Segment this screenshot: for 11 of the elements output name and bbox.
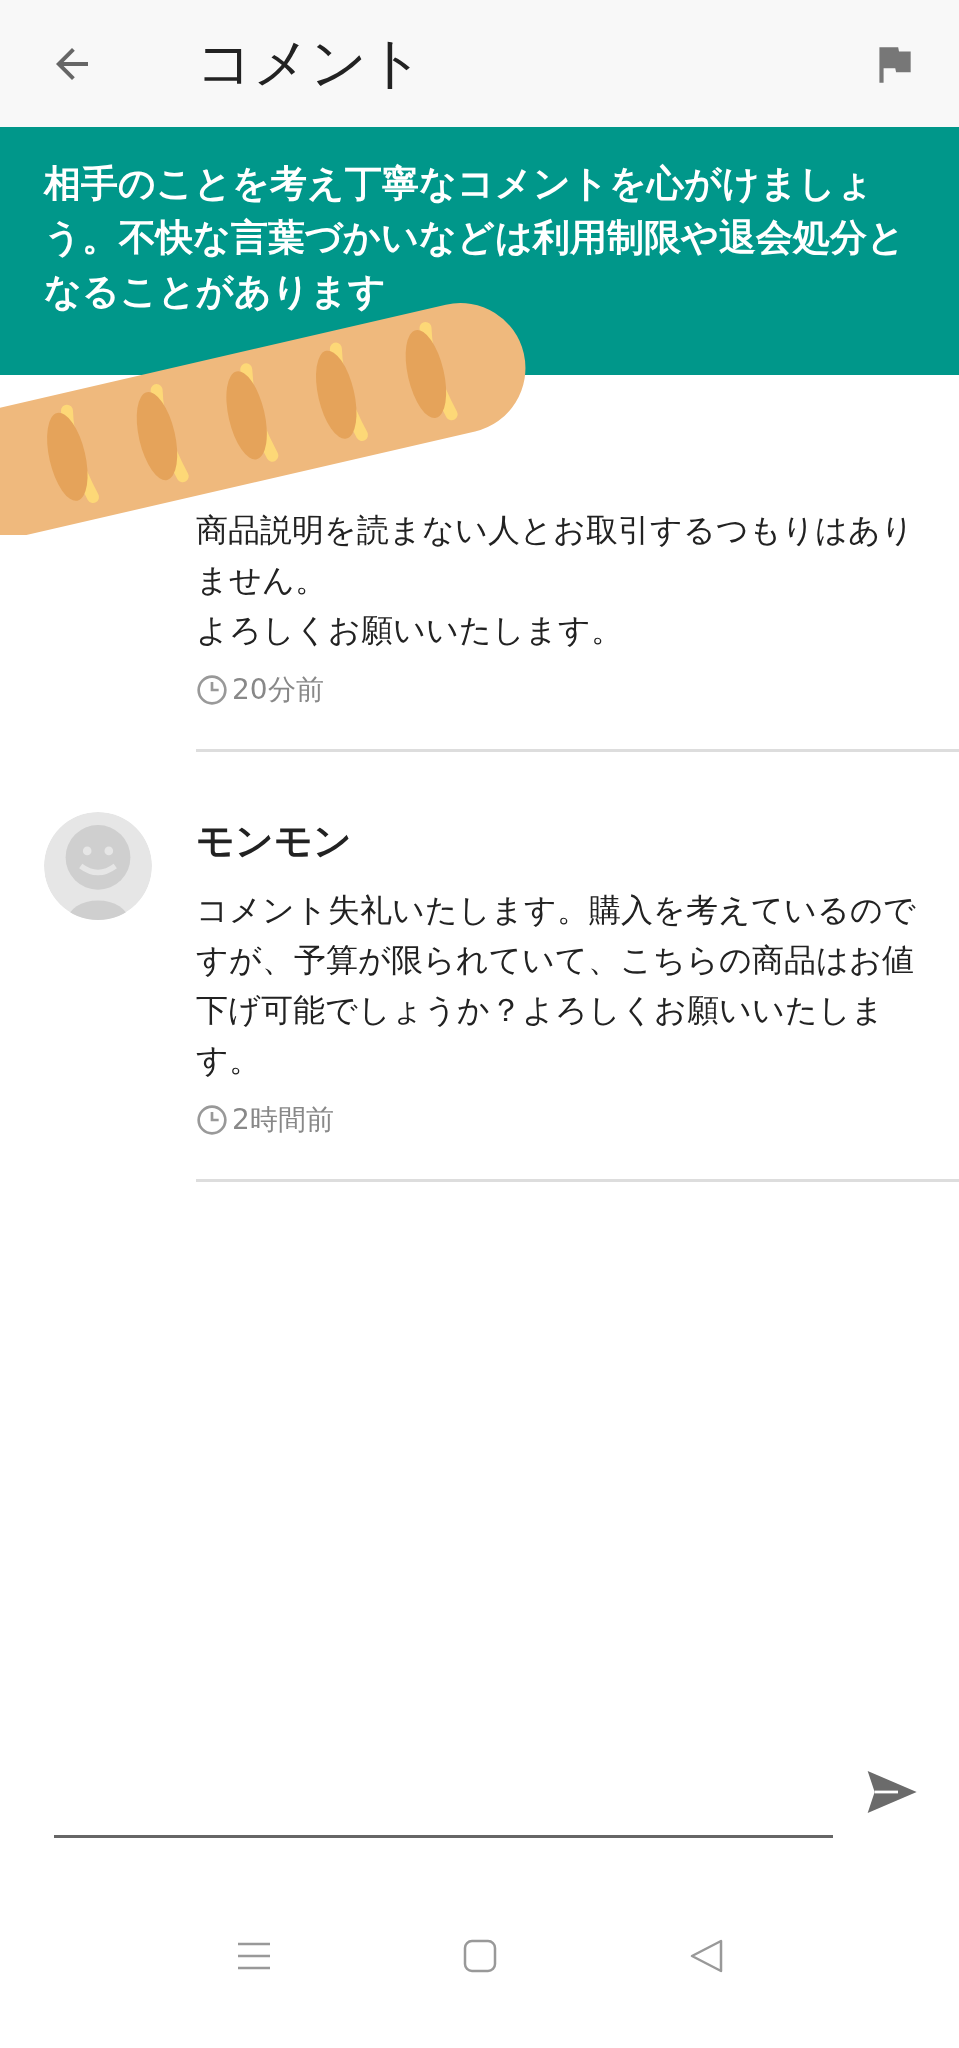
comment-text: コメント失礼いたします。購入を考えているのですが、予算が限られていて、こちらの商品はお値下げ可能でしょうか？よろしくお願いいたします。 [196,890,917,1081]
comment-time: 2時間前 [232,1102,334,1138]
commenter-name: モンモン [196,818,353,865]
clock-icon [196,1104,228,1136]
home-square-icon[interactable] [461,1938,498,1974]
comment-time: 20分前 [232,672,324,708]
screen-title: コメント [196,28,425,97]
comment-text: 商品説明を読まない人とお取引するつもりはありません。 [196,510,915,601]
clock-icon [196,674,228,706]
notice-text: 相手のことを考え丁寧なコメントを心がけましょう。不快な言葉づかいなどは利用制限や退会処分となることがあります [44,161,906,315]
comment-text: よろしくお願いいたします。 [196,610,624,651]
